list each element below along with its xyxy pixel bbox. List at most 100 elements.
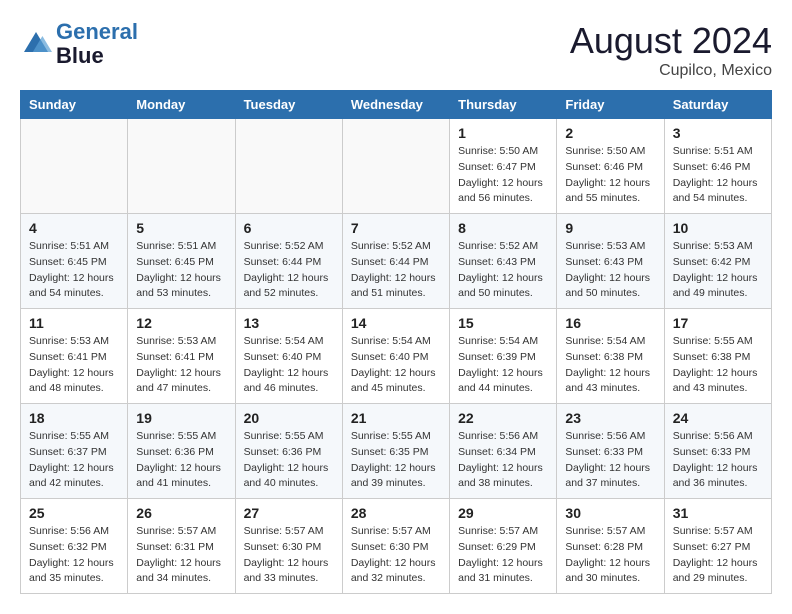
calendar-cell: 18Sunrise: 5:55 AMSunset: 6:37 PMDayligh… — [21, 404, 128, 499]
day-number: 14 — [351, 315, 441, 331]
day-info: Sunrise: 5:51 AMSunset: 6:45 PMDaylight:… — [29, 239, 119, 302]
calendar-cell: 6 Sunrise: 5:52 AMSunset: 6:44 PMDaylight… — [235, 214, 342, 309]
day-number: 21 — [351, 410, 441, 426]
day-number: 6 — [244, 220, 334, 236]
calendar-cell: 24Sunrise: 5:56 AMSunset: 6:33 PMDayligh… — [664, 404, 771, 499]
day-info: Sunrise: 5:52 AMSunset: 6:43 PMDaylight:… — [458, 239, 548, 302]
day-info: Sunrise: 5:52 AMSunset: 6:44 PMDaylight:… — [351, 239, 441, 302]
calendar-cell: 13Sunrise: 5:54 AMSunset: 6:40 PMDayligh… — [235, 309, 342, 404]
logo: GeneralBlue — [20, 20, 138, 68]
calendar-table: SundayMondayTuesdayWednesdayThursdayFrid… — [20, 90, 772, 594]
calendar-cell: 4 Sunrise: 5:51 AMSunset: 6:45 PMDaylight… — [21, 214, 128, 309]
week-row-5: 25 Sunrise: 5:56 AMSunset: 6:32 PMDayligh… — [21, 499, 772, 594]
logo-text: GeneralBlue — [56, 20, 138, 68]
day-info: Sunrise: 5:54 AMSunset: 6:39 PMDaylight:… — [458, 334, 548, 397]
calendar-cell: 17Sunrise: 5:55 AMSunset: 6:38 PMDayligh… — [664, 309, 771, 404]
day-number: 7 — [351, 220, 441, 236]
header-row: SundayMondayTuesdayWednesdayThursdayFrid… — [21, 91, 772, 119]
page-header: GeneralBlue August 2024 Cupilco, Mexico — [20, 20, 772, 80]
day-info: Sunrise: 5:57 AMSunset: 6:30 PMDaylight:… — [351, 524, 441, 587]
week-row-3: 11 Sunrise: 5:53 AMSunset: 6:41 PMDayligh… — [21, 309, 772, 404]
day-number: 3 — [673, 125, 763, 141]
calendar-cell: 31Sunrise: 5:57 AMSunset: 6:27 PMDayligh… — [664, 499, 771, 594]
day-number: 12 — [136, 315, 226, 331]
day-info: Sunrise: 5:54 AMSunset: 6:40 PMDaylight:… — [351, 334, 441, 397]
day-number: 1 — [458, 125, 548, 141]
day-number: 9 — [565, 220, 655, 236]
day-info: Sunrise: 5:55 AMSunset: 6:35 PMDaylight:… — [351, 429, 441, 492]
calendar-cell: 28Sunrise: 5:57 AMSunset: 6:30 PMDayligh… — [342, 499, 449, 594]
calendar-cell: 10 Sunrise: 5:53 AMSunset: 6:42 PMDayligh… — [664, 214, 771, 309]
day-info: Sunrise: 5:55 AMSunset: 6:36 PMDaylight:… — [244, 429, 334, 492]
day-info: Sunrise: 5:53 AMSunset: 6:41 PMDaylight:… — [29, 334, 119, 397]
calendar-cell — [128, 119, 235, 214]
day-info: Sunrise: 5:51 AMSunset: 6:45 PMDaylight:… — [136, 239, 226, 302]
calendar-cell: 1 Sunrise: 5:50 AMSunset: 6:47 PMDaylight… — [450, 119, 557, 214]
calendar-cell — [342, 119, 449, 214]
calendar-cell: 15Sunrise: 5:54 AMSunset: 6:39 PMDayligh… — [450, 309, 557, 404]
calendar-cell: 11 Sunrise: 5:53 AMSunset: 6:41 PMDayligh… — [21, 309, 128, 404]
calendar-cell — [235, 119, 342, 214]
location: Cupilco, Mexico — [570, 62, 772, 80]
day-info: Sunrise: 5:56 AMSunset: 6:32 PMDaylight:… — [29, 524, 119, 587]
day-number: 8 — [458, 220, 548, 236]
day-number: 24 — [673, 410, 763, 426]
day-info: Sunrise: 5:53 AMSunset: 6:42 PMDaylight:… — [673, 239, 763, 302]
calendar-cell: 21 Sunrise: 5:55 AMSunset: 6:35 PMDayligh… — [342, 404, 449, 499]
day-info: Sunrise: 5:55 AMSunset: 6:37 PMDaylight:… — [29, 429, 119, 492]
calendar-cell: 12 Sunrise: 5:53 AMSunset: 6:41 PMDayligh… — [128, 309, 235, 404]
calendar-cell: 5 Sunrise: 5:51 AMSunset: 6:45 PMDaylight… — [128, 214, 235, 309]
day-number: 5 — [136, 220, 226, 236]
day-number: 22 — [458, 410, 548, 426]
day-info: Sunrise: 5:57 AMSunset: 6:30 PMDaylight:… — [244, 524, 334, 587]
day-info: Sunrise: 5:53 AMSunset: 6:41 PMDaylight:… — [136, 334, 226, 397]
col-header-friday: Friday — [557, 91, 664, 119]
day-info: Sunrise: 5:56 AMSunset: 6:34 PMDaylight:… — [458, 429, 548, 492]
week-row-2: 4 Sunrise: 5:51 AMSunset: 6:45 PMDaylight… — [21, 214, 772, 309]
col-header-wednesday: Wednesday — [342, 91, 449, 119]
day-info: Sunrise: 5:57 AMSunset: 6:27 PMDaylight:… — [673, 524, 763, 587]
day-number: 30 — [565, 505, 655, 521]
calendar-cell: 20 Sunrise: 5:55 AMSunset: 6:36 PMDayligh… — [235, 404, 342, 499]
calendar-cell: 26Sunrise: 5:57 AMSunset: 6:31 PMDayligh… — [128, 499, 235, 594]
week-row-1: 1 Sunrise: 5:50 AMSunset: 6:47 PMDaylight… — [21, 119, 772, 214]
calendar-cell: 29 Sunrise: 5:57 AMSunset: 6:29 PMDayligh… — [450, 499, 557, 594]
day-info: Sunrise: 5:52 AMSunset: 6:44 PMDaylight:… — [244, 239, 334, 302]
day-info: Sunrise: 5:50 AMSunset: 6:47 PMDaylight:… — [458, 144, 548, 207]
day-info: Sunrise: 5:51 AMSunset: 6:46 PMDaylight:… — [673, 144, 763, 207]
day-number: 23 — [565, 410, 655, 426]
calendar-cell: 27 Sunrise: 5:57 AMSunset: 6:30 PMDayligh… — [235, 499, 342, 594]
col-header-saturday: Saturday — [664, 91, 771, 119]
logo-icon — [20, 28, 52, 60]
day-number: 25 — [29, 505, 119, 521]
day-number: 17 — [673, 315, 763, 331]
calendar-cell: 14 Sunrise: 5:54 AMSunset: 6:40 PMDayligh… — [342, 309, 449, 404]
calendar-cell: 30 Sunrise: 5:57 AMSunset: 6:28 PMDayligh… — [557, 499, 664, 594]
day-number: 10 — [673, 220, 763, 236]
day-number: 20 — [244, 410, 334, 426]
title-area: August 2024 Cupilco, Mexico — [570, 20, 772, 80]
day-number: 16 — [565, 315, 655, 331]
day-info: Sunrise: 5:54 AMSunset: 6:38 PMDaylight:… — [565, 334, 655, 397]
calendar-cell: 3 Sunrise: 5:51 AMSunset: 6:46 PMDaylight… — [664, 119, 771, 214]
day-info: Sunrise: 5:56 AMSunset: 6:33 PMDaylight:… — [565, 429, 655, 492]
calendar-cell: 23 Sunrise: 5:56 AMSunset: 6:33 PMDayligh… — [557, 404, 664, 499]
calendar-cell: 25 Sunrise: 5:56 AMSunset: 6:32 PMDayligh… — [21, 499, 128, 594]
calendar-cell: 16 Sunrise: 5:54 AMSunset: 6:38 PMDayligh… — [557, 309, 664, 404]
day-info: Sunrise: 5:54 AMSunset: 6:40 PMDaylight:… — [244, 334, 334, 397]
day-number: 27 — [244, 505, 334, 521]
col-header-thursday: Thursday — [450, 91, 557, 119]
calendar-cell: 19 Sunrise: 5:55 AMSunset: 6:36 PMDayligh… — [128, 404, 235, 499]
calendar-cell: 22 Sunrise: 5:56 AMSunset: 6:34 PMDayligh… — [450, 404, 557, 499]
day-number: 4 — [29, 220, 119, 236]
week-row-4: 18Sunrise: 5:55 AMSunset: 6:37 PMDayligh… — [21, 404, 772, 499]
day-info: Sunrise: 5:57 AMSunset: 6:28 PMDaylight:… — [565, 524, 655, 587]
day-info: Sunrise: 5:55 AMSunset: 6:36 PMDaylight:… — [136, 429, 226, 492]
day-number: 2 — [565, 125, 655, 141]
day-number: 11 — [29, 315, 119, 331]
col-header-tuesday: Tuesday — [235, 91, 342, 119]
day-info: Sunrise: 5:57 AMSunset: 6:29 PMDaylight:… — [458, 524, 548, 587]
day-number: 19 — [136, 410, 226, 426]
calendar-cell: 7 Sunrise: 5:52 AMSunset: 6:44 PMDaylight… — [342, 214, 449, 309]
day-number: 29 — [458, 505, 548, 521]
